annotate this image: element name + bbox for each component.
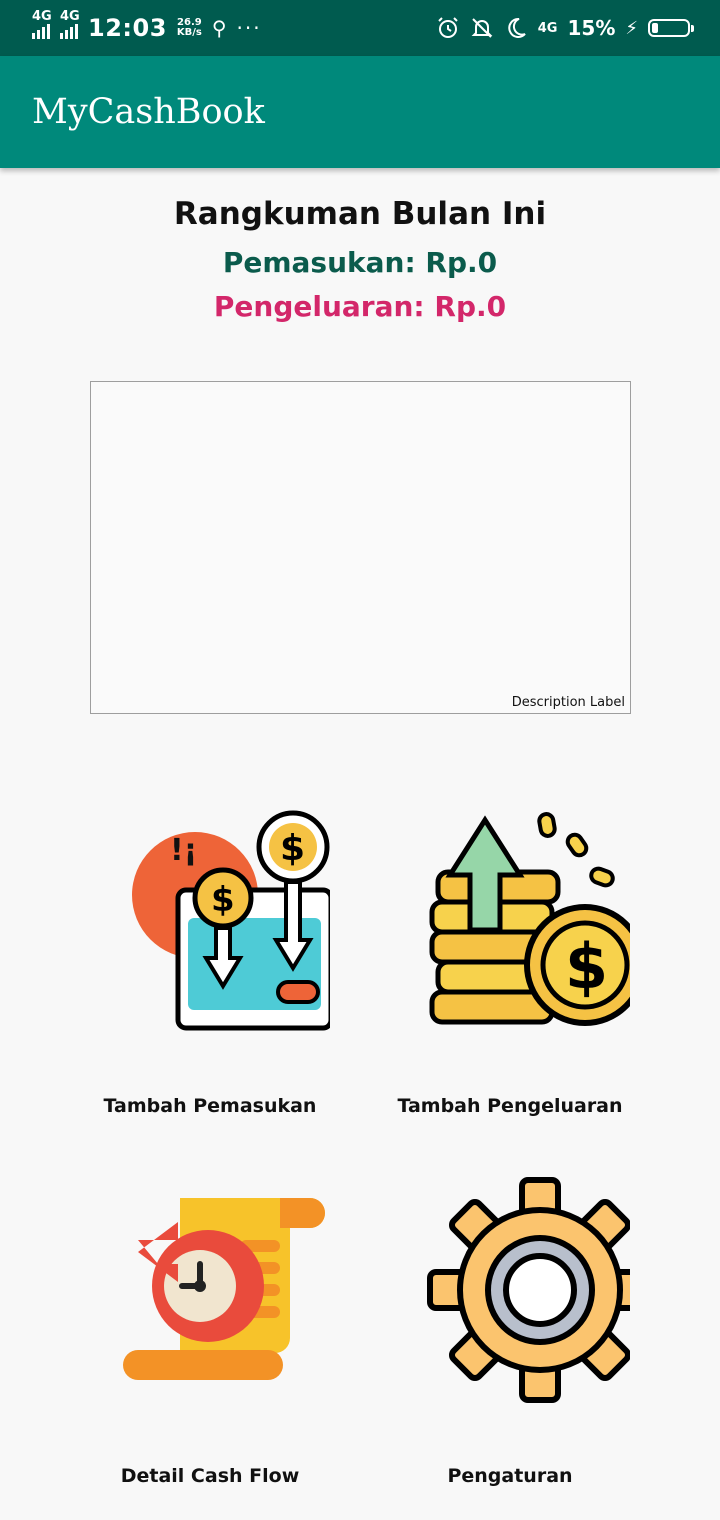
app-title: MyCashBook	[32, 92, 265, 132]
usb-icon: ⚲	[211, 16, 227, 40]
svg-text:$: $	[280, 828, 305, 869]
signal-icon: 4G	[32, 9, 52, 39]
coins-arrow-up-icon: $	[429, 812, 630, 1026]
svg-text:$: $	[211, 880, 235, 920]
mobile-data-icon: 4G	[537, 20, 558, 36]
chart-description-label: Description Label	[511, 695, 625, 710]
settings-label: Pengaturan	[447, 1465, 573, 1487]
svg-text:$: $	[565, 930, 608, 1003]
summary-chart: Description Label	[90, 381, 631, 714]
do-not-disturb-moon-icon	[508, 17, 526, 38]
charging-icon: ⚡	[625, 17, 638, 39]
network-speed: 26.9 KB/s	[176, 17, 202, 38]
summary-title: Rangkuman Bulan Ini	[173, 196, 547, 232]
add-income-label: Tambah Pemasukan	[103, 1095, 317, 1117]
scroll-clock-icon	[123, 1198, 325, 1380]
expense-summary: Pengeluaran: Rp.0	[213, 290, 507, 323]
cash-flow-detail-label: Detail Cash Flow	[120, 1465, 300, 1487]
income-summary: Pemasukan: Rp.0	[222, 246, 498, 279]
signal-icon: 4G	[60, 9, 80, 39]
notifications-off-icon	[471, 18, 493, 38]
status-bar: 4G 4G 12:03 26.9 KB/s ⚲ ··· 4G 15% ⚡	[0, 0, 720, 56]
more-notifications-icon: ···	[236, 16, 262, 40]
svg-text:!¡: !¡	[170, 833, 197, 868]
battery-icon	[648, 19, 694, 37]
gear-icon	[427, 1177, 630, 1403]
wallet-coin-in-icon: !¡ $ $	[132, 810, 330, 1031]
clock: 12:03	[88, 14, 167, 42]
battery-percent: 15%	[567, 16, 616, 40]
settings-button[interactable]: Pengaturan	[360, 1170, 660, 1500]
add-expense-label: Tambah Pengeluaran	[397, 1095, 623, 1117]
alarm-icon	[438, 17, 458, 38]
add-expense-button[interactable]: $ Tambah Pengeluaran	[360, 800, 660, 1130]
cash-flow-detail-button[interactable]: Detail Cash Flow	[60, 1170, 360, 1500]
add-income-button[interactable]: !¡ $ $ Tambah Pemasukan	[60, 800, 360, 1130]
app-bar: MyCashBook	[0, 56, 720, 168]
